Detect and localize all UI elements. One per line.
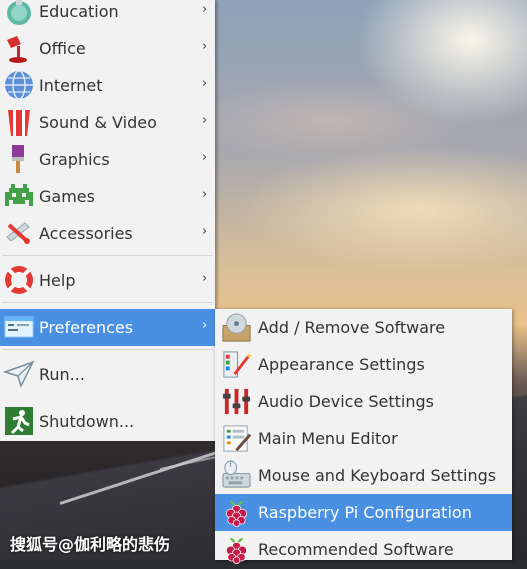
menu-item-sound-video[interactable]: Sound & Video › — [0, 104, 215, 141]
help-icon — [3, 264, 35, 296]
menu-item-graphics[interactable]: Graphics › — [0, 141, 215, 178]
submenu-item-add-remove-software[interactable]: Add / Remove Software — [215, 309, 512, 346]
menu-item-office[interactable]: Office › — [0, 30, 215, 67]
preferences-submenu: Add / Remove Software Appearance Setting… — [215, 309, 512, 564]
submenu-item-main-menu-editor[interactable]: Main Menu Editor — [215, 420, 512, 457]
submenu-item-recommended-software[interactable]: Recommended Software — [215, 531, 512, 568]
menu-separator — [2, 349, 213, 350]
menu-editor-icon — [221, 423, 252, 454]
education-icon — [3, 0, 35, 27]
audio-mixer-icon — [221, 386, 252, 417]
chevron-right-icon: › — [202, 224, 208, 239]
submenu-item-raspberry-pi-configuration[interactable]: Raspberry Pi Configuration — [215, 494, 512, 531]
menu-item-help[interactable]: Help › — [0, 262, 215, 299]
menu-item-preferences[interactable]: Preferences › — [0, 309, 215, 346]
chevron-right-icon: › — [202, 150, 208, 165]
submenu-item-audio-device-settings[interactable]: Audio Device Settings — [215, 383, 512, 420]
graphics-icon — [3, 143, 35, 175]
chevron-right-icon: › — [202, 2, 208, 17]
menu-item-run[interactable]: Run... — [0, 356, 215, 393]
games-icon — [3, 180, 35, 212]
mouse-keyboard-icon — [221, 460, 252, 491]
menu-item-education[interactable]: Education › — [0, 0, 215, 30]
chevron-right-icon: › — [202, 39, 208, 54]
preferences-icon — [3, 311, 35, 343]
accessories-icon — [3, 217, 35, 249]
office-icon — [3, 32, 35, 64]
package-disc-icon — [221, 312, 252, 343]
menu-item-games[interactable]: Games › — [0, 178, 215, 215]
raspberry-pi-icon — [221, 534, 252, 565]
submenu-item-mouse-keyboard-settings[interactable]: Mouse and Keyboard Settings — [215, 457, 512, 494]
menu-item-shutdown[interactable]: Shutdown... — [0, 403, 215, 440]
raspberry-pi-icon — [221, 497, 252, 528]
submenu-item-appearance-settings[interactable]: Appearance Settings — [215, 346, 512, 383]
watermark-text: 搜狐号@伽利略的悲伤 — [10, 535, 171, 554]
sound-video-icon — [3, 106, 35, 138]
run-icon — [2, 358, 35, 390]
menu-separator — [2, 255, 213, 256]
chevron-right-icon: › — [202, 187, 208, 202]
menu-separator — [2, 302, 213, 303]
internet-icon — [3, 69, 35, 101]
chevron-right-icon: › — [202, 271, 208, 286]
main-menu: Education › Office › Internet › Sound & … — [0, 0, 215, 441]
shutdown-icon — [3, 405, 35, 437]
menu-item-accessories[interactable]: Accessories › — [0, 215, 215, 252]
appearance-settings-icon — [221, 349, 252, 380]
chevron-right-icon: › — [202, 76, 208, 91]
chevron-right-icon: › — [202, 113, 208, 128]
menu-item-internet[interactable]: Internet › — [0, 67, 215, 104]
chevron-right-icon: › — [202, 318, 208, 333]
